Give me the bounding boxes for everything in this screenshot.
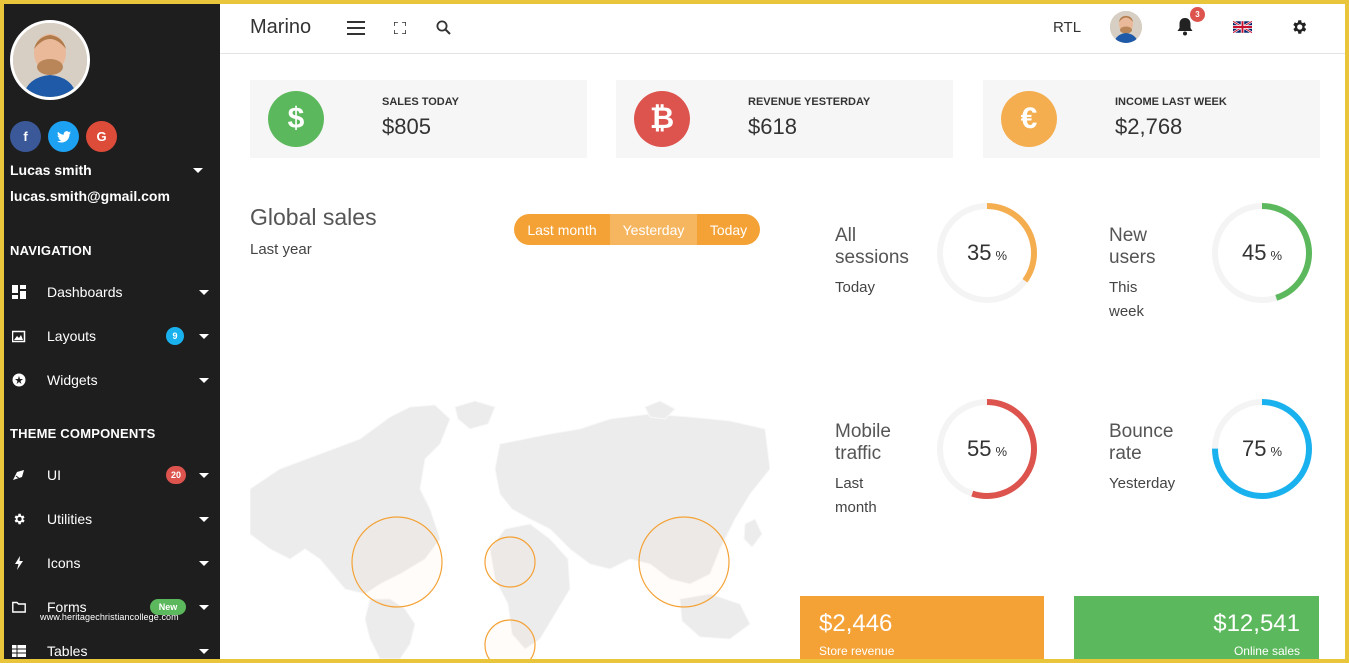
watermark: www.heritagechristiancollege.com (40, 612, 179, 622)
layouts-badge: 9 (166, 327, 184, 345)
world-map (250, 400, 770, 659)
stat-value: $2,768 (1115, 114, 1183, 139)
chevron-down-icon (199, 289, 209, 295)
tab-last-month[interactable]: Last month (514, 214, 610, 245)
google-icon[interactable]: G (86, 121, 117, 152)
donut-value: 45% (1241, 240, 1283, 265)
all-sessions-donut: 35% (935, 201, 1039, 305)
donut-value: 55% (966, 436, 1008, 461)
stat-card-sales-today: $ SALES TODAY $805 (250, 80, 587, 158)
user-name[interactable]: Lucas smith (10, 162, 92, 178)
sidebar-item-label: Icons (47, 555, 81, 571)
store-revenue-card: $2,446 Store revenue (800, 596, 1044, 659)
chevron-down-icon (199, 516, 209, 522)
dollar-icon: $ (268, 91, 324, 147)
new-users-donut: 45% (1210, 201, 1314, 305)
topbar-avatar[interactable] (1110, 11, 1142, 43)
rtl-toggle[interactable]: RTL (1053, 19, 1081, 36)
gear-icon (14, 513, 25, 525)
search-icon[interactable] (436, 20, 451, 35)
theme-components-section-title: THEME COMPONENTS (10, 426, 156, 441)
chevron-down-icon (199, 560, 209, 566)
folder-icon (12, 601, 26, 613)
sidebar-item-label: Layouts (47, 328, 97, 344)
sidebar-item-icons[interactable]: Icons (4, 548, 220, 578)
card-value: $2,446 (819, 610, 893, 637)
sidebar-item-label: Dashboards (47, 284, 123, 300)
sidebar: f G Lucas smith lucas.smith@gmail.com NA… (4, 4, 220, 659)
card-label: Online sales (1233, 644, 1300, 658)
sidebar-item-ui[interactable]: UI 20 (4, 460, 220, 490)
sidebar-item-widgets[interactable]: Widgets (4, 365, 220, 395)
fullscreen-icon[interactable] (394, 22, 406, 34)
donut-value: 35% (966, 240, 1008, 265)
stat-label: INCOME LAST WEEK (1115, 96, 1227, 108)
bounce-rate-donut: 75% (1210, 397, 1314, 501)
euro-icon: € (1001, 91, 1057, 147)
stat-label: SALES TODAY (382, 96, 460, 108)
tab-today[interactable]: Today (697, 214, 760, 245)
stat-card-revenue-yesterday: ₿ REVENUE YESTERDAY $618 (616, 80, 953, 158)
sidebar-item-label: Widgets (47, 372, 98, 388)
flag-uk-icon[interactable] (1233, 21, 1252, 33)
sidebar-item-tables[interactable]: Tables (4, 636, 220, 659)
chevron-down-icon (199, 648, 209, 654)
social-links: f G (10, 121, 117, 152)
topbar: Marino RTL 3 (220, 4, 1345, 54)
user-email: lucas.smith@gmail.com (10, 188, 170, 204)
global-sales-title: Global sales (250, 204, 377, 230)
donut-title: All sessions (835, 225, 909, 268)
donut-value: 75% (1241, 436, 1283, 461)
period-segmented-control: Last month Yesterday Today (514, 214, 760, 245)
chevron-down-icon (199, 333, 209, 339)
notification-badge: 3 (1190, 7, 1205, 22)
ui-badge: 20 (166, 466, 186, 484)
mobile-traffic-donut: 55% (935, 397, 1039, 501)
donut-title: Bounce rate (1109, 421, 1174, 464)
stat-value: $805 (382, 114, 431, 139)
table-icon (12, 645, 26, 657)
chevron-down-icon (199, 604, 209, 610)
global-sales-subtitle: Last year (250, 241, 312, 258)
star-icon (12, 373, 26, 387)
stat-card-income-last-week: € INCOME LAST WEEK $2,768 (983, 80, 1320, 158)
dashboard-icon (12, 285, 26, 299)
tab-yesterday[interactable]: Yesterday (610, 214, 697, 245)
donut-subtitle: Yesterday (1109, 475, 1176, 492)
app-frame: f G Lucas smith lucas.smith@gmail.com NA… (4, 4, 1345, 659)
sidebar-item-label: UI (47, 467, 61, 483)
brand-title[interactable]: Marino (250, 16, 311, 39)
gear-icon[interactable] (1290, 18, 1308, 36)
chevron-down-icon (199, 472, 209, 478)
sidebar-item-layouts[interactable]: Layouts 9 (4, 321, 220, 351)
chevron-down-icon[interactable] (193, 168, 203, 173)
user-avatar[interactable] (10, 20, 90, 100)
stat-value: $618 (748, 114, 797, 139)
bitcoin-icon: ₿ (634, 91, 690, 147)
chevron-down-icon (199, 377, 209, 383)
stat-label: REVENUE YESTERDAY (748, 96, 871, 108)
twitter-icon[interactable] (48, 121, 79, 152)
donut-subtitle: Last month (835, 475, 877, 516)
donut-title: New users (1109, 225, 1156, 268)
card-value: $12,541 (1213, 610, 1300, 637)
sidebar-item-utilities[interactable]: Utilities (4, 504, 220, 534)
sidebar-item-dashboards[interactable]: Dashboards (4, 277, 220, 307)
sidebar-item-label: Utilities (47, 511, 93, 527)
bolt-icon (15, 556, 23, 570)
donut-subtitle: Today (835, 279, 876, 296)
card-label: Store revenue (819, 644, 895, 658)
online-sales-card: $12,541 Online sales (1074, 596, 1319, 659)
sidebar-item-label: Tables (47, 643, 88, 659)
facebook-icon[interactable]: f (10, 121, 41, 152)
menu-icon[interactable] (347, 21, 365, 35)
image-icon (12, 330, 26, 343)
navigation-section-title: NAVIGATION (10, 243, 92, 258)
donut-subtitle: This week (1109, 279, 1145, 320)
donut-title: Mobile traffic (835, 421, 891, 464)
brush-icon (13, 470, 24, 480)
